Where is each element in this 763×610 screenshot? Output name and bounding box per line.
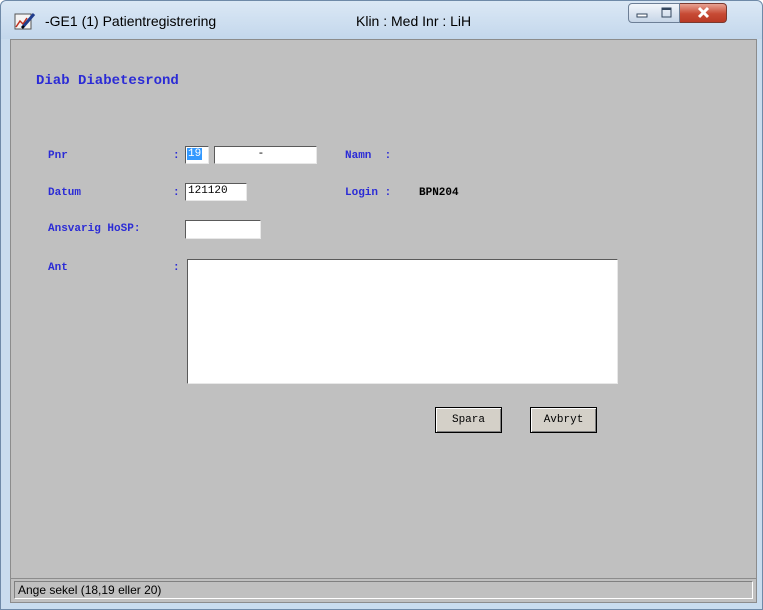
pnr-colon: : [173, 150, 180, 162]
login-value: BPN204 [419, 187, 459, 199]
maximize-icon [661, 7, 672, 18]
status-bar: Ange sekel (18,19 eller 20) [11, 578, 756, 601]
ant-colon: : [173, 262, 180, 274]
avbryt-button[interactable]: Avbryt [530, 407, 597, 433]
minimize-button[interactable] [628, 3, 655, 23]
clinic-info: Klin : Med Inr : LiH [356, 13, 472, 29]
pnr-label: Pnr [48, 150, 68, 162]
namn-label: Namn : [345, 150, 392, 162]
minimize-icon [636, 13, 648, 18]
datum-input[interactable]: 121120 [185, 183, 247, 201]
pnr-century-value: 19 [187, 148, 203, 160]
form-area: Diab Diabetesrond Pnr : 19 - Namn : Datu… [10, 39, 757, 603]
form-heading: Diab Diabetesrond [36, 73, 179, 89]
app-window: -GE1 (1) Patientregistrering Klin : Med … [0, 0, 763, 610]
maximize-button[interactable] [654, 3, 680, 23]
datum-colon: : [173, 187, 180, 199]
ant-label: Ant [48, 262, 68, 274]
title-bar[interactable]: -GE1 (1) Patientregistrering Klin : Med … [1, 1, 762, 39]
ansvarig-hosp-label: Ansvarig HoSP: [48, 223, 141, 235]
close-button[interactable] [680, 3, 727, 23]
pen-chart-icon[interactable] [14, 11, 36, 31]
pnr-century-input[interactable]: 19 [185, 146, 209, 164]
close-icon [697, 6, 710, 19]
pnr-input[interactable]: - [214, 146, 317, 164]
datum-label: Datum [48, 187, 82, 199]
spara-button[interactable]: Spara [435, 407, 502, 433]
ansvarig-hosp-input[interactable] [185, 220, 261, 239]
ant-textarea[interactable] [187, 259, 618, 384]
status-text: Ange sekel (18,19 eller 20) [14, 581, 753, 599]
login-label: Login : [345, 187, 398, 199]
window-title: -GE1 (1) Patientregistrering [45, 13, 217, 29]
